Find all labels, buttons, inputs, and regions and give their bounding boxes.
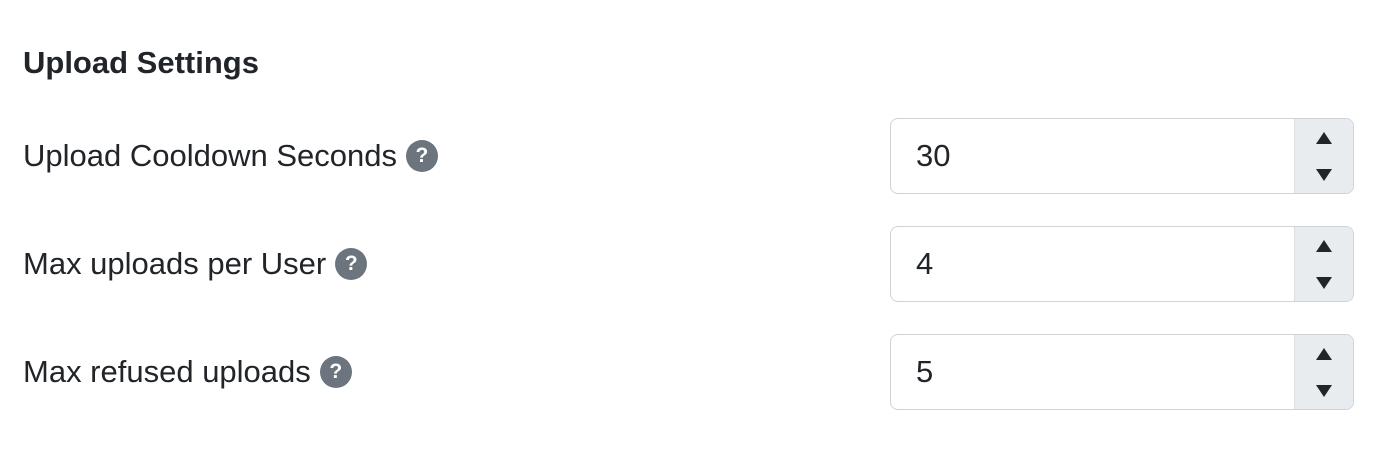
decrement-button[interactable] bbox=[1295, 264, 1353, 301]
increment-button[interactable] bbox=[1295, 227, 1353, 264]
number-input-value[interactable]: 30 bbox=[891, 119, 1294, 193]
setting-row-upload-cooldown-seconds: Upload Cooldown Seconds ? 30 bbox=[0, 118, 1400, 194]
number-spinner bbox=[1294, 119, 1353, 193]
triangle-down-icon bbox=[1316, 384, 1332, 397]
question-circle-icon[interactable]: ? bbox=[319, 356, 352, 388]
increment-button[interactable] bbox=[1295, 119, 1353, 156]
triangle-up-icon bbox=[1316, 347, 1332, 360]
triangle-up-icon bbox=[1316, 239, 1332, 252]
number-input-value[interactable]: 5 bbox=[891, 335, 1294, 409]
max-refused-uploads-input[interactable]: 5 bbox=[890, 334, 1354, 410]
setting-label: Max uploads per User bbox=[23, 246, 327, 281]
triangle-down-icon bbox=[1316, 276, 1332, 289]
question-circle-icon[interactable]: ? bbox=[335, 248, 368, 280]
setting-label-wrapper: Max uploads per User ? bbox=[23, 226, 368, 302]
setting-row-max-refused-uploads: Max refused uploads ? 5 bbox=[0, 334, 1400, 410]
question-circle-icon[interactable]: ? bbox=[405, 140, 438, 172]
setting-label-wrapper: Max refused uploads ? bbox=[23, 334, 352, 410]
max-uploads-per-user-input[interactable]: 4 bbox=[890, 226, 1354, 302]
upload-cooldown-seconds-input[interactable]: 30 bbox=[890, 118, 1354, 194]
number-spinner bbox=[1294, 227, 1353, 301]
decrement-button[interactable] bbox=[1295, 156, 1353, 193]
triangle-up-icon bbox=[1316, 131, 1332, 144]
increment-button[interactable] bbox=[1295, 335, 1353, 372]
decrement-button[interactable] bbox=[1295, 372, 1353, 409]
setting-row-max-uploads-per-user: Max uploads per User ? 4 bbox=[0, 226, 1400, 302]
number-spinner bbox=[1294, 335, 1353, 409]
number-input-value[interactable]: 4 bbox=[891, 227, 1294, 301]
section-title: Upload Settings bbox=[23, 45, 259, 80]
setting-label: Upload Cooldown Seconds bbox=[23, 138, 397, 173]
setting-label-wrapper: Upload Cooldown Seconds ? bbox=[23, 118, 438, 194]
triangle-down-icon bbox=[1316, 168, 1332, 181]
setting-label: Max refused uploads bbox=[23, 354, 311, 389]
